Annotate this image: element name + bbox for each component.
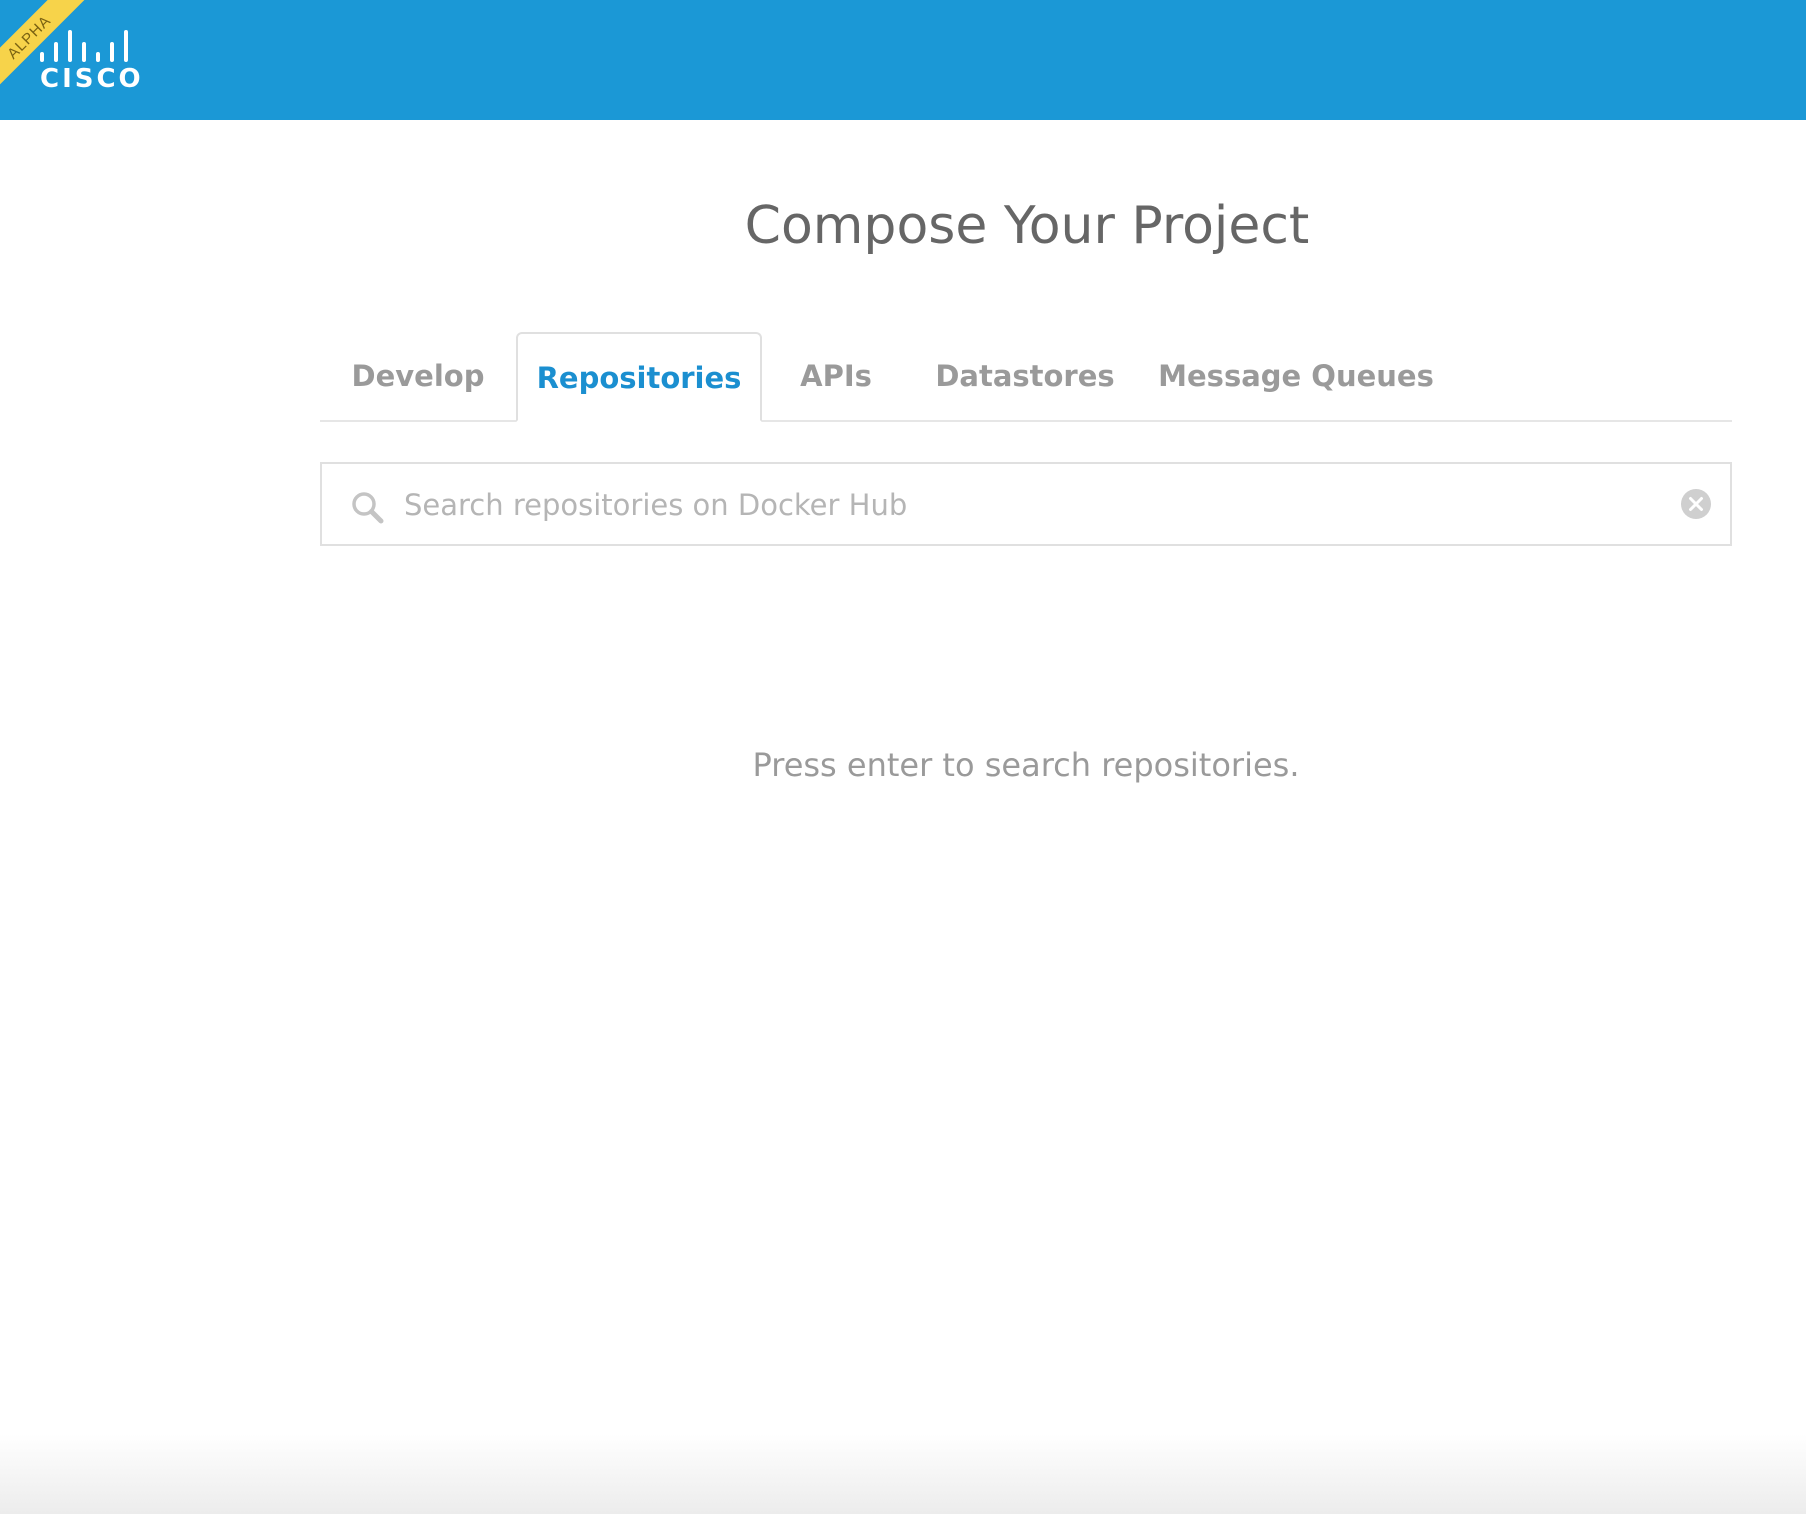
clear-icon[interactable] bbox=[1680, 488, 1712, 520]
cisco-logo-bars-icon bbox=[38, 30, 138, 62]
bottom-shadow bbox=[0, 1434, 1806, 1514]
cisco-logo[interactable]: CISCO bbox=[38, 30, 144, 94]
tab-repositories[interactable]: Repositories bbox=[516, 332, 762, 422]
search-hint: Press enter to search repositories. bbox=[752, 746, 1300, 784]
search-input[interactable] bbox=[402, 476, 1626, 534]
tab-message-queues[interactable]: Message Queues bbox=[1140, 332, 1452, 420]
tab-datastores[interactable]: Datastores bbox=[910, 332, 1140, 420]
repository-search-box bbox=[320, 462, 1732, 546]
tab-bar: Develop Repositories APIs Datastores Mes… bbox=[320, 332, 1732, 422]
search-icon bbox=[352, 492, 384, 524]
top-navbar: ALPHA CISCO bbox=[0, 0, 1806, 120]
tab-apis[interactable]: APIs bbox=[762, 332, 910, 420]
tab-develop[interactable]: Develop bbox=[320, 332, 516, 420]
page-title: Compose Your Project bbox=[744, 196, 1310, 256]
cisco-logo-text: CISCO bbox=[40, 64, 144, 94]
